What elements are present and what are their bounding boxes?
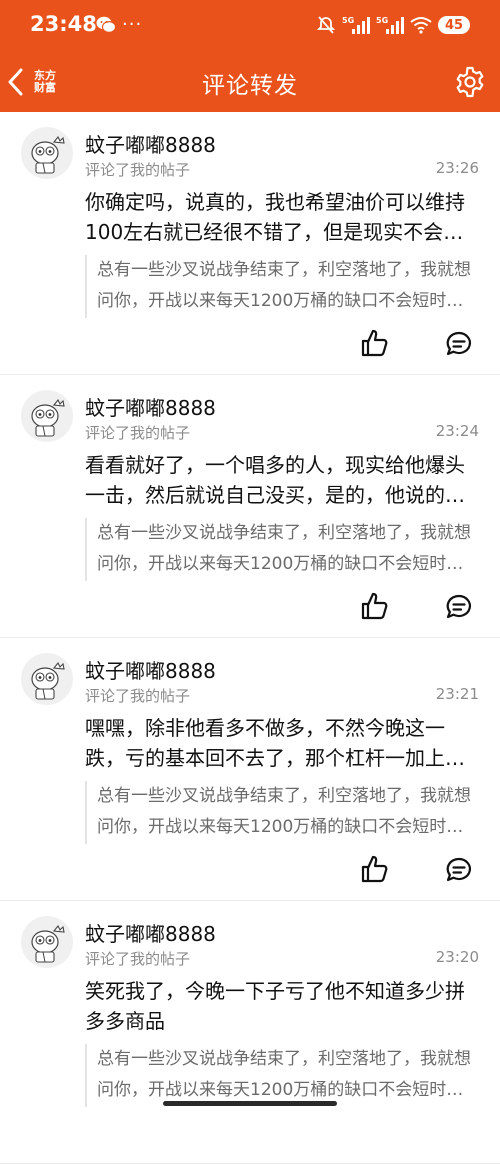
quoted-post[interactable]: 总有一些沙叉说战争结束了，利空落地了，我就想问你，开战以来每天1200万桶的缺口…: [85, 255, 477, 318]
quoted-post[interactable]: 总有一些沙叉说战争结束了，利空落地了，我就想问你，开战以来每天1200万桶的缺口…: [85, 1044, 477, 1107]
avatar[interactable]: [21, 653, 73, 705]
timestamp: 23:20: [435, 948, 479, 966]
gear-icon[interactable]: [454, 66, 486, 98]
status-bar: 23:48 ··· 5G 5G 45: [0, 0, 500, 52]
thumbs-up-icon[interactable]: [360, 591, 390, 621]
comment-card[interactable]: 蚊子嘟嘟8888 评论了我的帖子 23:21 嘿嘿，除非他看多不做多，不然今晚这…: [0, 638, 500, 901]
signal-5g-icon: 5G: [376, 16, 404, 34]
wechat-icon: [96, 16, 116, 33]
thumbs-up-icon[interactable]: [360, 854, 390, 884]
svg-text:5G: 5G: [376, 16, 388, 25]
status-time: 23:48: [30, 12, 97, 36]
battery-icon: 45: [438, 16, 470, 34]
cartoon-avatar-icon: [31, 924, 65, 963]
comment-bubble-icon[interactable]: [445, 593, 473, 621]
action-text: 评论了我的帖子: [85, 950, 191, 968]
action-text: 评论了我的帖子: [85, 424, 191, 442]
comment-text[interactable]: 笑死我了，今晚一下子亏了他不知道多少拼多多商品: [85, 976, 477, 1036]
comment-bubble-icon[interactable]: [445, 856, 473, 884]
mute-icon: [316, 16, 336, 34]
comment-feed: 蚊子嘟嘟8888 评论了我的帖子 23:26 你确定吗，说真的，我也希望油价可以…: [0, 112, 500, 1164]
cartoon-avatar-icon: [31, 398, 65, 437]
quoted-post[interactable]: 总有一些沙叉说战争结束了，利空落地了，我就想问你，开战以来每天1200万桶的缺口…: [85, 518, 477, 581]
comment-text[interactable]: 嘿嘿，除非他看多不做多，不然今晚这一跌，亏的基本回不去了，那个杠杆一加上去就难了: [85, 713, 477, 773]
svg-text:5G: 5G: [342, 16, 354, 25]
cartoon-avatar-icon: [31, 661, 65, 700]
user-name[interactable]: 蚊子嘟嘟8888: [85, 918, 216, 947]
cartoon-avatar-icon: [31, 135, 65, 174]
page-title: 评论转发: [202, 73, 298, 99]
comment-bubble-icon[interactable]: [445, 330, 473, 358]
home-indicator[interactable]: [163, 1101, 337, 1106]
avatar[interactable]: [21, 916, 73, 968]
avatar[interactable]: [21, 390, 73, 442]
user-name[interactable]: 蚊子嘟嘟8888: [85, 655, 216, 684]
comment-card[interactable]: 蚊子嘟嘟8888 评论了我的帖子 23:26 你确定吗，说真的，我也希望油价可以…: [0, 112, 500, 375]
quoted-post[interactable]: 总有一些沙叉说战争结束了，利空落地了，我就想问你，开战以来每天1200万桶的缺口…: [85, 781, 477, 844]
user-name[interactable]: 蚊子嘟嘟8888: [85, 392, 216, 421]
status-icons: 5G 5G 45: [316, 12, 470, 38]
comment-card[interactable]: 蚊子嘟嘟8888 评论了我的帖子 23:24 看看就好了，一个唱多的人，现实给他…: [0, 375, 500, 638]
wifi-icon: [410, 17, 432, 34]
action-text: 评论了我的帖子: [85, 687, 191, 705]
timestamp: 23:24: [435, 422, 479, 440]
action-text: 评论了我的帖子: [85, 161, 191, 179]
signal-5g-icon: 5G: [342, 16, 370, 34]
avatar[interactable]: [21, 127, 73, 179]
timestamp: 23:21: [435, 685, 479, 703]
more-dots-icon: ···: [122, 14, 143, 35]
thumbs-up-icon[interactable]: [360, 328, 390, 358]
user-name[interactable]: 蚊子嘟嘟8888: [85, 129, 216, 158]
timestamp: 23:26: [435, 159, 479, 177]
comment-card[interactable]: 蚊子嘟嘟8888 评论了我的帖子 23:20 笑死我了，今晚一下子亏了他不知道多…: [0, 901, 500, 1164]
app-header: 东方财富 评论转发: [0, 52, 500, 112]
comment-text[interactable]: 你确定吗，说真的，我也希望油价可以维持100左右就已经很不错了，但是现实不会如你…: [85, 187, 477, 247]
comment-text[interactable]: 看看就好了，一个唱多的人，现实给他爆头一击，然后就说自己没买，是的，他说的都对: [85, 450, 477, 510]
